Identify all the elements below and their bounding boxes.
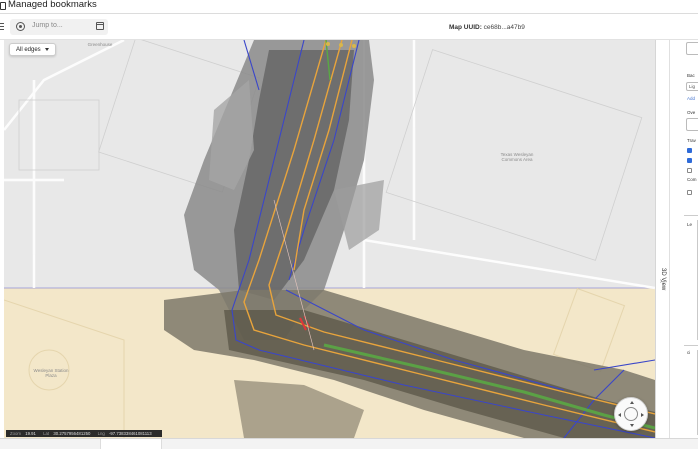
chevron-right-icon: › xyxy=(660,278,663,285)
coordinates-readout: Zoom 19.91 Lat 30.2757956481250 Lng -97.… xyxy=(6,430,162,437)
jump-to-input[interactable]: Jump to... xyxy=(10,19,108,35)
pan-left-icon[interactable] xyxy=(618,413,621,417)
panel-divider xyxy=(684,215,698,216)
map-uuid: Map UUID: ce68b...a47b9 xyxy=(449,24,525,31)
compass-ring-icon xyxy=(624,407,638,421)
map-canvas[interactable]: All edges Greenhouse Texas Wesleyan Comm… xyxy=(4,40,655,438)
pan-right-icon[interactable] xyxy=(641,413,644,417)
zoom-readout: Zoom 19.91 xyxy=(10,431,36,436)
layer-checkbox-2[interactable] xyxy=(687,158,692,163)
bottom-tab[interactable] xyxy=(100,439,162,449)
pan-compass-control[interactable] xyxy=(614,397,648,431)
jump-to-placeholder: Jump to... xyxy=(32,22,63,29)
lng-readout: Lng -97.738338461081113 xyxy=(97,431,152,436)
overlay-label: Ove xyxy=(687,110,696,115)
edges-filter-label: All edges xyxy=(16,47,41,53)
overlay-field[interactable] xyxy=(686,118,698,131)
calendar-icon[interactable] xyxy=(96,22,104,30)
map-uuid-label: Map UUID: xyxy=(449,24,482,31)
app-window: Managed bookmarks Jump to... Map UUID: c… xyxy=(0,0,698,449)
window-title: Managed bookmarks xyxy=(8,0,97,10)
caret-down-icon xyxy=(44,47,49,51)
map-label-plaza: Wesleyan Station Plaza xyxy=(33,368,69,378)
map-uuid-value: ce68b...a47b9 xyxy=(483,24,525,31)
panel-list-item-1[interactable]: Le xyxy=(687,222,692,227)
edges-filter-dropdown[interactable]: All edges xyxy=(9,43,56,56)
pan-up-icon[interactable] xyxy=(630,401,634,404)
bookmark-icon xyxy=(0,2,6,10)
add-link[interactable]: Add xyxy=(687,96,695,101)
traversal-label: Trav xyxy=(687,138,696,143)
layer-checkbox-1[interactable] xyxy=(687,148,692,153)
panel-top-field[interactable] xyxy=(686,42,698,55)
background-select[interactable]: Lig xyxy=(686,82,698,91)
panel-divider-2 xyxy=(684,345,698,346)
toolbar: Jump to... Map UUID: ce68b...a47b9 xyxy=(0,15,698,40)
3d-view-toggle[interactable]: 3D View › xyxy=(655,40,669,438)
map-label-commons: Texas Wesleyan Commons Area xyxy=(500,152,534,162)
bottom-bar xyxy=(0,438,698,449)
pan-down-icon[interactable] xyxy=(630,424,634,427)
panel-list-item-2[interactable]: ci xyxy=(687,350,690,355)
lat-readout: Lat 30.2757956481250 xyxy=(43,431,91,436)
compare-label: Com xyxy=(687,177,697,182)
layer-checkbox-3[interactable] xyxy=(687,168,692,173)
title-bar: Managed bookmarks xyxy=(0,0,698,14)
compare-checkbox[interactable] xyxy=(687,190,692,195)
crosshair-icon xyxy=(16,22,25,31)
right-settings-panel: Bac Lig Add Ove Trav Com Le ci xyxy=(669,40,698,438)
menu-icon[interactable] xyxy=(0,23,4,31)
map-label-greenhouse: Greenhouse xyxy=(87,42,113,47)
background-label: Bac xyxy=(687,73,695,78)
map-graphics xyxy=(4,40,655,438)
